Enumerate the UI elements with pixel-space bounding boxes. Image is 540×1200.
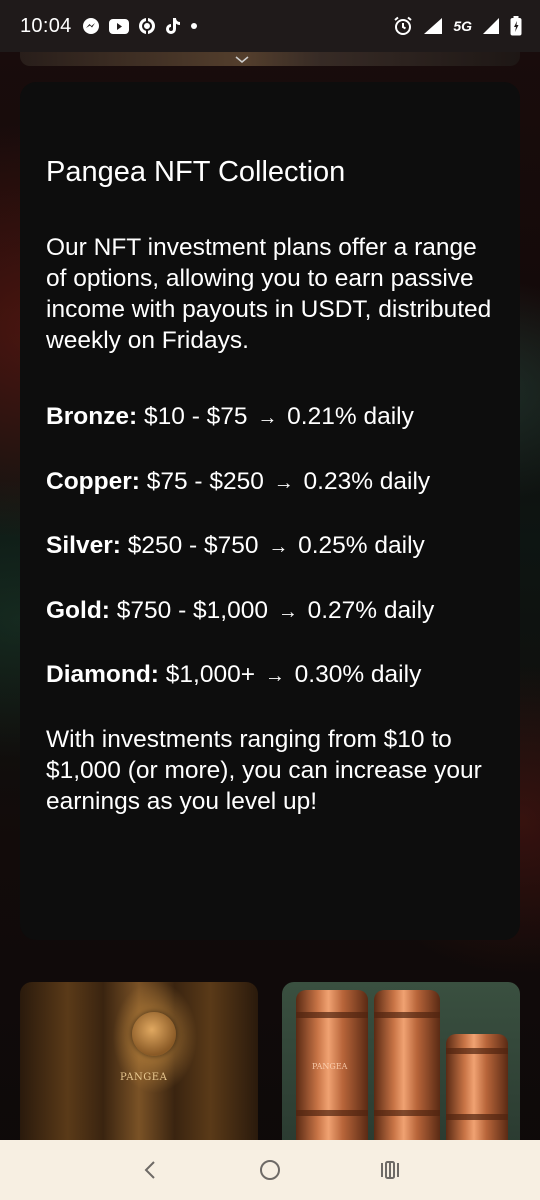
battery-icon bbox=[510, 16, 522, 36]
lion-emblem-icon bbox=[132, 1012, 176, 1056]
arrow-right-icon: → bbox=[264, 665, 285, 687]
signal-icon bbox=[482, 17, 500, 35]
plan-rate: 0.21% daily bbox=[287, 403, 414, 430]
arrow-right-icon: → bbox=[268, 536, 289, 558]
plan-row-bronze: Bronze: $10 - $75 → 0.21% daily bbox=[46, 401, 494, 434]
plan-range: $750 - $1,000 bbox=[116, 596, 268, 624]
status-bar: 10:04 5G bbox=[0, 0, 540, 52]
copper-nft-image[interactable]: PANGEA bbox=[282, 982, 520, 1152]
plan-row-copper: Copper: $75 - $250 → 0.23% daily bbox=[46, 466, 494, 499]
plan-range: $250 - $750 bbox=[127, 532, 259, 559]
plan-name: Silver: bbox=[46, 532, 121, 559]
plan-rate: 0.25% daily bbox=[298, 532, 425, 559]
dot-icon bbox=[190, 22, 198, 30]
app-icon bbox=[138, 17, 156, 35]
home-icon[interactable] bbox=[250, 1150, 290, 1190]
card-intro: Our NFT investment plans offer a range o… bbox=[46, 234, 492, 354]
plan-range: $75 - $250 bbox=[146, 467, 264, 495]
plan-name: Copper: bbox=[46, 467, 140, 495]
nft-label: PANGEA bbox=[312, 1062, 348, 1071]
card-title: Pangea NFT Collection bbox=[46, 156, 346, 188]
navigation-bar bbox=[0, 1140, 540, 1200]
signal-icon bbox=[423, 17, 443, 35]
copper-canister bbox=[296, 990, 368, 1152]
arrow-right-icon: → bbox=[273, 471, 294, 494]
plan-range: $1,000+ bbox=[165, 661, 256, 688]
plan-row-diamond: Diamond: $1,000+ → 0.30% daily bbox=[46, 659, 494, 692]
plan-name: Bronze: bbox=[46, 403, 138, 430]
arrow-right-icon: → bbox=[277, 600, 298, 623]
plan-rate: 0.23% daily bbox=[303, 467, 431, 495]
notification-icons bbox=[82, 17, 198, 35]
nft-collection-card: Pangea NFT Collection Our NFT investment… bbox=[20, 82, 520, 940]
card-outro: With investments ranging from $10 to $1,… bbox=[46, 725, 482, 815]
back-icon[interactable] bbox=[130, 1150, 170, 1190]
nft-label: PANGEA bbox=[120, 1072, 168, 1083]
youtube-icon bbox=[108, 18, 129, 34]
plan-row-gold: Gold: $750 - $1,000 → 0.27% daily bbox=[46, 595, 494, 628]
plan-rate: 0.27% daily bbox=[307, 596, 435, 624]
messenger-icon bbox=[82, 17, 100, 35]
recents-icon[interactable] bbox=[370, 1150, 410, 1190]
arrow-right-icon: → bbox=[257, 407, 278, 429]
copper-canister bbox=[374, 990, 440, 1152]
plan-name: Gold: bbox=[46, 596, 110, 624]
alarm-icon bbox=[393, 16, 413, 36]
status-time: 10:04 bbox=[20, 14, 72, 37]
network-type: 5G bbox=[453, 18, 472, 34]
plan-name: Diamond: bbox=[46, 661, 159, 688]
chevron-down-icon bbox=[232, 52, 252, 70]
plan-range: $10 - $75 bbox=[144, 403, 248, 430]
previous-card-edge bbox=[20, 52, 520, 66]
plan-rate: 0.30% daily bbox=[294, 661, 422, 688]
tiktok-icon bbox=[165, 17, 181, 35]
system-icons: 5G bbox=[393, 16, 522, 36]
plan-row-silver: Silver: $250 - $750 → 0.25% daily bbox=[46, 530, 494, 563]
copper-canister bbox=[446, 1034, 508, 1152]
bronze-nft-image[interactable]: PANGEA bbox=[20, 982, 258, 1152]
